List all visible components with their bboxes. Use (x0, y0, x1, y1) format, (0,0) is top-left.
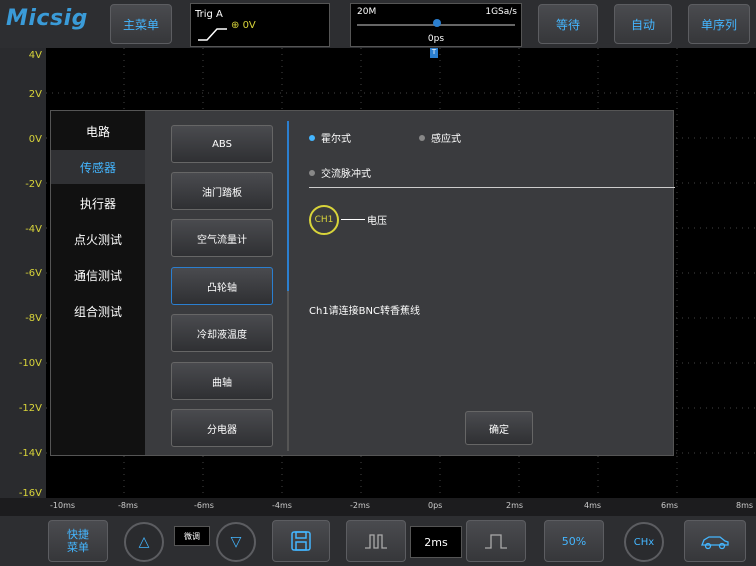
x-tick-label: 4ms (584, 501, 602, 510)
x-tick-label: -10ms (50, 501, 76, 510)
triangle-down-icon[interactable]: ▽ (216, 522, 256, 562)
brand-logo: Micsig (6, 6, 88, 31)
sensor-throttle-pedal-button[interactable]: 油门踏板 (171, 172, 273, 210)
pulse-wide-icon (485, 534, 507, 549)
x-tick-label: -8ms (118, 501, 138, 510)
fifty-percent-button[interactable]: 50% (544, 520, 604, 562)
category-item-actuator[interactable]: 执行器 (51, 186, 145, 220)
x-tick-label: -4ms (272, 501, 292, 510)
radio-selected-icon (309, 134, 315, 141)
timebase-panel[interactable]: 20M 1GSa/s 0ps (350, 3, 522, 47)
save-button[interactable] (272, 520, 330, 562)
y-tick-label: -8V (25, 313, 42, 324)
option-ac-pulse-label: 交流脉冲式 (321, 169, 371, 180)
option-ac-pulse[interactable]: 交流脉冲式 (309, 165, 371, 180)
x-tick-label: 8ms (736, 501, 754, 510)
category-item-combined[interactable]: 组合测试 (51, 294, 145, 328)
option-inductive[interactable]: 感应式 (419, 130, 461, 145)
pulse-narrow-icon (365, 534, 387, 549)
confirm-button[interactable]: 确定 (465, 411, 533, 445)
rising-edge-icon (198, 28, 227, 41)
x-axis: -10ms -8ms -6ms -4ms -2ms 0ps 2ms 4ms 6m… (0, 498, 756, 516)
y-tick-label: 0V (28, 134, 42, 145)
radio-icon (419, 134, 425, 141)
option-hall-label: 霍尔式 (321, 134, 351, 145)
x-tick-label: 6ms (661, 501, 679, 510)
scrollbar-thumb[interactable] (287, 121, 289, 291)
x-tick-label: 0ps (428, 501, 443, 510)
sensor-airflow-meter-button[interactable]: 空气流量计 (171, 219, 273, 257)
trigger-level-value: 0V (242, 20, 256, 31)
triangle-up-icon[interactable]: △ (124, 522, 164, 562)
category-item-communication[interactable]: 通信测试 (51, 258, 145, 292)
category-list: 电路 传感器 执行器 点火测试 通信测试 组合测试 (51, 111, 145, 455)
timebase-value[interactable]: 2ms (410, 526, 462, 558)
sample-rate: 1GSa/s (485, 7, 517, 17)
fine-adjust-label[interactable]: 微调 (174, 526, 210, 546)
top-bar: Micsig 主菜单 Trig A ⊕ 0V 20M 1GSa/s 0ps 等待… (0, 0, 756, 48)
sensor-crankshaft-button[interactable]: 曲轴 (171, 362, 273, 400)
option-hall[interactable]: 霍尔式 (309, 130, 351, 145)
floppy-icon (291, 531, 311, 551)
category-item-ignition[interactable]: 点火测试 (51, 222, 145, 256)
quick-menu-line2: 菜单 (67, 541, 89, 554)
car-icon (701, 536, 729, 550)
auto-car-button[interactable] (684, 520, 746, 562)
bottom-bar: 快捷 菜单 △ 微调 ▽ 2ms 50% CHx (0, 516, 756, 566)
trigger-panel[interactable]: Trig A ⊕ 0V (190, 3, 330, 47)
waveform-narrow-button[interactable] (346, 520, 406, 562)
trigger-source-label: Trig A (195, 9, 223, 20)
trigger-level: ⊕ 0V (231, 20, 256, 31)
auto-button[interactable]: 自动 (614, 4, 672, 44)
category-item-sensor[interactable]: 传感器 (51, 150, 145, 184)
channel-signal-label: 电压 (367, 216, 387, 227)
divider (309, 187, 675, 188)
sensor-camshaft-button[interactable]: 凸轮轴 (171, 267, 273, 305)
position-marker (433, 19, 441, 27)
connection-hint: Ch1请连接BNC转香蕉线 (309, 306, 421, 317)
channel-select-button[interactable]: CHx (624, 522, 664, 562)
sensor-test-dialog: 电路 传感器 执行器 点火测试 通信测试 组合测试 ABS 油门踏板 空气流量计… (50, 110, 675, 456)
memory-depth: 20M (357, 7, 377, 17)
option-inductive-label: 感应式 (431, 134, 461, 145)
y-tick-label: 2V (28, 89, 42, 100)
main-menu-button[interactable]: 主菜单 (110, 4, 172, 44)
x-tick-label: 2ms (506, 501, 524, 510)
y-tick-label: 4V (28, 50, 42, 61)
channel-probe-icon: CH1 (309, 205, 339, 235)
quick-menu-line1: 快捷 (67, 528, 89, 541)
single-sequence-button[interactable]: 单序列 (688, 4, 750, 44)
wait-button[interactable]: 等待 (538, 4, 598, 44)
waveform-wide-button[interactable] (466, 520, 526, 562)
y-tick-label: -14V (18, 448, 42, 459)
sensor-abs-button[interactable]: ABS (171, 125, 273, 163)
y-tick-label: -6V (25, 268, 42, 279)
sensor-list: ABS 油门踏板 空气流量计 凸轮轴 冷却液温度 曲轴 分电器 (147, 111, 287, 455)
x-tick-label: -6ms (194, 501, 214, 510)
x-tick-label: -2ms (350, 501, 370, 510)
y-tick-label: -2V (25, 179, 42, 190)
radio-icon (309, 169, 315, 176)
sensor-distributor-button[interactable]: 分电器 (171, 409, 273, 447)
y-tick-label: -4V (25, 224, 42, 235)
sensor-coolant-temp-button[interactable]: 冷却液温度 (171, 314, 273, 352)
quick-menu-button[interactable]: 快捷 菜单 (48, 520, 108, 562)
trigger-position-marker[interactable]: T (430, 48, 438, 58)
time-offset: 0ps (427, 34, 445, 44)
category-item-circuit[interactable]: 电路 (51, 114, 145, 148)
y-tick-label: -12V (18, 403, 42, 414)
probe-wire (341, 219, 365, 220)
y-tick-label: -10V (18, 358, 42, 369)
